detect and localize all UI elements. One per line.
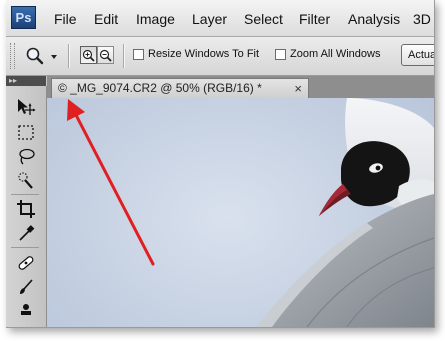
brush-tool-icon	[20, 279, 33, 294]
menu-3d[interactable]: 3D	[413, 11, 431, 27]
zoom-in-icon	[82, 49, 95, 62]
quick-selection-tool[interactable]	[12, 170, 40, 192]
quick-selection-tool-icon	[18, 172, 33, 189]
tools-panel	[6, 86, 47, 327]
eyedropper-tool[interactable]	[12, 222, 40, 244]
brush-tool[interactable]	[12, 276, 40, 298]
zoom-in-button[interactable]	[80, 46, 97, 64]
menu-image[interactable]: Image	[136, 11, 175, 27]
menu-layer[interactable]: Layer	[192, 11, 227, 27]
zoom-out-button[interactable]	[97, 46, 114, 64]
tool-separator	[11, 247, 39, 248]
options-bar-grip[interactable]	[10, 43, 15, 69]
zoom-magnifier-icon	[26, 47, 57, 65]
document-canvas[interactable]	[47, 98, 434, 327]
resize-windows-checkbox[interactable]	[133, 49, 144, 60]
stamp-tool-icon	[21, 304, 31, 315]
photoshop-window: Ps File Edit Image Layer Select Filter A…	[6, 0, 435, 328]
menu-bar: Ps File Edit Image Layer Select Filter A…	[6, 0, 434, 37]
close-tab-icon[interactable]: ×	[294, 79, 302, 98]
separator	[123, 44, 125, 68]
menu-analysis[interactable]: Analysis	[348, 11, 400, 27]
actual-pixels-button[interactable]: Actual Pixels	[401, 44, 434, 66]
separator	[68, 44, 70, 68]
photoshop-logo: Ps	[11, 6, 36, 29]
menu-edit[interactable]: Edit	[94, 11, 118, 27]
marquee-tool[interactable]	[12, 122, 40, 144]
marquee-tool-icon	[18, 125, 34, 140]
document-tab-title: © _MG_9074.CR2 @ 50% (RGB/16) *	[58, 81, 262, 95]
tool-separator	[11, 194, 39, 195]
zoom-all-windows-label[interactable]: Zoom All Windows	[290, 48, 380, 60]
document-tab[interactable]: © _MG_9074.CR2 @ 50% (RGB/16) * ×	[51, 78, 309, 98]
eyedropper-tool-icon	[19, 225, 35, 241]
tools-panel-header: ▸▸	[6, 76, 46, 86]
menu-filter[interactable]: Filter	[299, 11, 330, 27]
move-tool[interactable]	[12, 96, 40, 118]
lasso-tool-icon	[19, 148, 35, 165]
stamp-tool[interactable]	[12, 300, 40, 322]
document-tab-bar: © _MG_9074.CR2 @ 50% (RGB/16) * ×	[47, 76, 434, 98]
collapse-panel-toggle[interactable]: ▸▸	[6, 76, 31, 86]
crop-tool-icon	[17, 200, 35, 218]
crop-tool[interactable]	[12, 198, 40, 220]
spot-healing-tool-icon	[18, 256, 34, 270]
zoom-all-windows-checkbox[interactable]	[275, 49, 286, 60]
menu-file[interactable]: File	[54, 11, 77, 27]
spot-healing-tool[interactable]	[12, 252, 40, 274]
zoom-out-icon	[99, 49, 112, 62]
gull-photo	[257, 98, 434, 327]
lasso-tool[interactable]	[12, 146, 40, 168]
menu-select[interactable]: Select	[244, 11, 283, 27]
tool-preset-picker[interactable]	[22, 45, 60, 67]
resize-windows-label[interactable]: Resize Windows To Fit	[148, 48, 259, 60]
options-bar: Resize Windows To Fit Zoom All Windows A…	[6, 37, 434, 76]
move-tool-icon	[18, 99, 36, 115]
